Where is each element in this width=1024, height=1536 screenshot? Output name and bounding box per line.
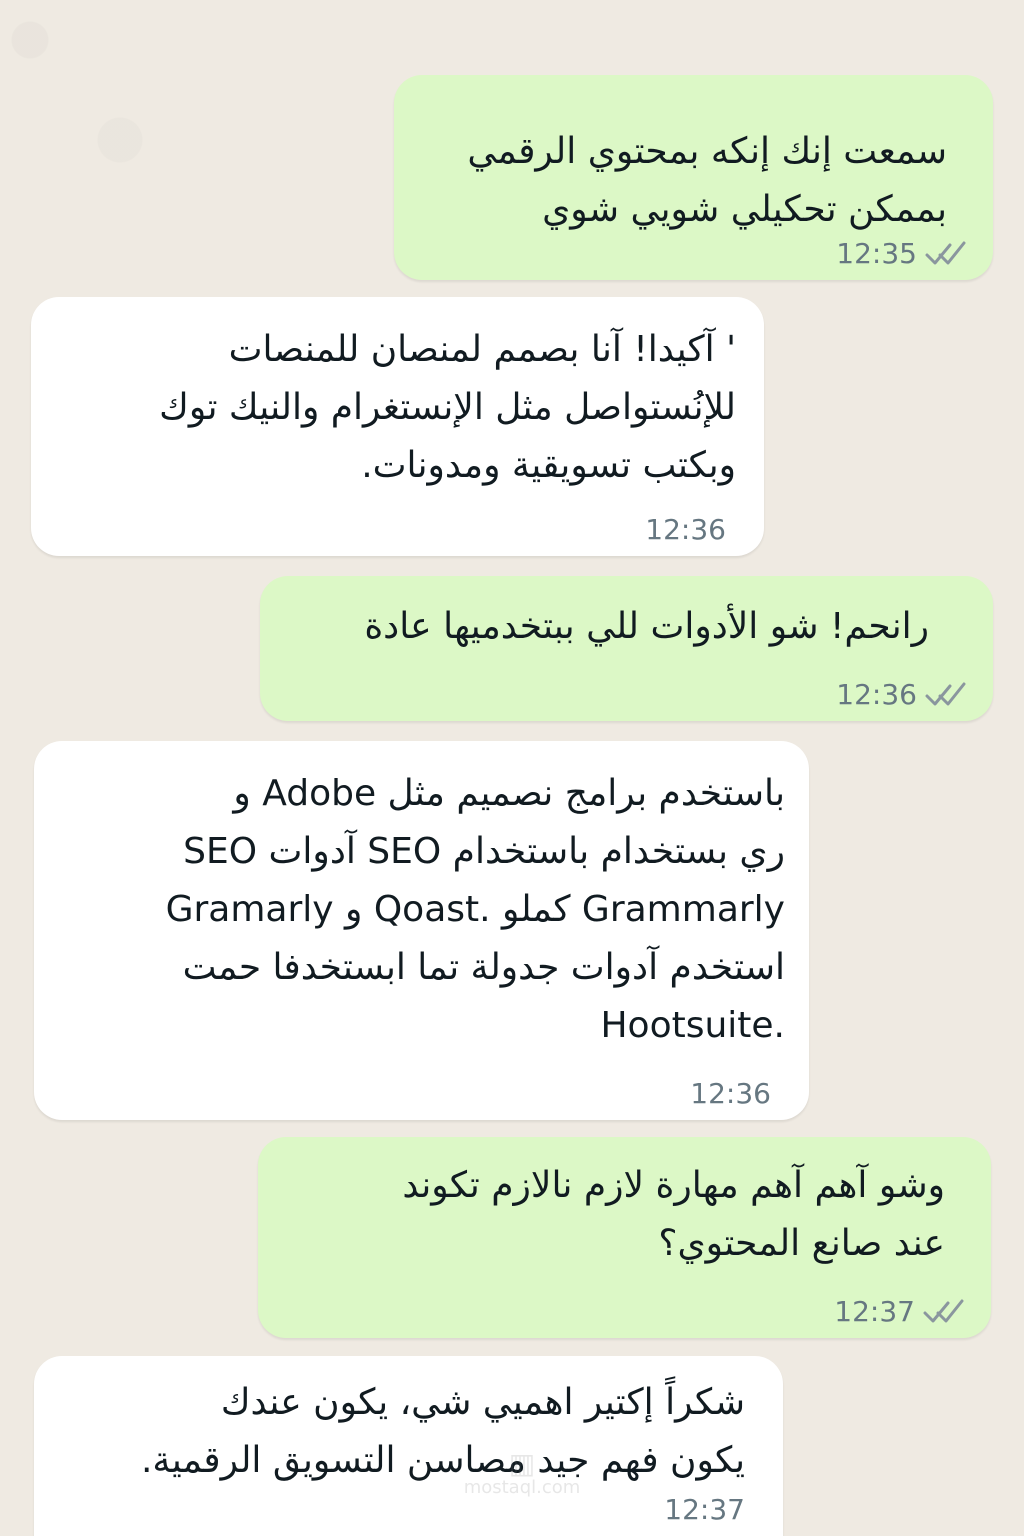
double-check-icon xyxy=(923,1298,965,1326)
double-check-icon xyxy=(925,681,967,709)
double-check-icon xyxy=(925,240,967,268)
message-time: 12:35 xyxy=(836,237,917,270)
message-meta: 12:36 xyxy=(690,1080,771,1108)
outgoing-message-bubble[interactable]: رانحم! شو الأدوات للي ببتخدميها عادة 12:… xyxy=(260,576,993,721)
message-text: باستخدم برامج نصميم مثل Adobe و ري بستخد… xyxy=(165,773,785,1046)
message-time: 12:36 xyxy=(836,678,917,711)
message-meta: 12:37 xyxy=(834,1298,965,1326)
message-text: سمعت إنك إنكه بمحتوي الرقمي بممكن تحكيلي… xyxy=(467,131,947,230)
outgoing-message-bubble[interactable]: سمعت إنك إنكه بمحتوي الرقمي بممكن تحكيلي… xyxy=(394,75,993,280)
message-meta: 12:35 xyxy=(836,240,967,268)
incoming-message-bubble[interactable]: ' آكيدا! آنا بصمم لمنصان للمنصات للإنُست… xyxy=(31,297,764,556)
message-meta: 12:36 xyxy=(645,516,726,544)
message-time: 12:37 xyxy=(834,1295,915,1328)
message-meta: 12:36 xyxy=(836,681,967,709)
message-meta: 12:37 xyxy=(664,1496,745,1524)
message-text: ' آكيدا! آنا بصمم لمنصان للمنصات للإنُست… xyxy=(159,329,736,486)
message-text: رانحم! شو الأدوات للي ببتخدميها عادة xyxy=(364,606,929,647)
chat-conversation: سمعت إنك إنكه بمحتوي الرقمي بممكن تحكيلي… xyxy=(0,0,1024,1536)
message-time: 12:37 xyxy=(664,1493,745,1526)
outgoing-message-bubble[interactable]: وشو آهم آهم مهارة لازم نالازم تكوند عند … xyxy=(258,1137,991,1338)
message-time: 12:36 xyxy=(645,513,726,546)
message-text: شكراً إكتير اهميي شي، يكون عندك يكون فهم… xyxy=(140,1382,745,1481)
message-time: 12:36 xyxy=(690,1077,771,1110)
message-text: وشو آهم آهم مهارة لازم نالازم تكوند عند … xyxy=(402,1165,945,1264)
incoming-message-bubble[interactable]: باستخدم برامج نصميم مثل Adobe و ري بستخد… xyxy=(34,741,809,1120)
incoming-message-bubble[interactable]: شكراً إكتير اهميي شي، يكون عندك يكون فهم… xyxy=(34,1356,783,1536)
